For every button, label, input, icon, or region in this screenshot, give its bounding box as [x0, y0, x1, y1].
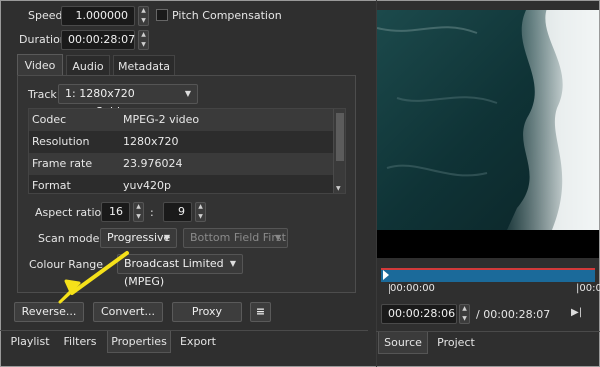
tab-source[interactable]: Source: [378, 332, 428, 354]
position-input[interactable]: 00:00:28:06: [381, 304, 457, 324]
tab-filters[interactable]: Filters: [56, 331, 104, 353]
skip-to-end-icon[interactable]: ▶|: [571, 307, 582, 318]
playhead-icon[interactable]: [383, 270, 389, 280]
timeline-start-label: 00:00:00: [390, 283, 435, 294]
total-duration-label: / 00:00:28:07: [476, 308, 551, 321]
tab-properties[interactable]: Properties: [107, 331, 171, 353]
tab-project[interactable]: Project: [431, 332, 481, 354]
video-frame-image: [377, 8, 599, 230]
tab-export[interactable]: Export: [174, 331, 222, 353]
tab-playlist[interactable]: Playlist: [6, 331, 54, 353]
timeline-bar[interactable]: [381, 268, 595, 282]
video-preview: [377, 8, 599, 230]
video-letterbox: [377, 230, 599, 258]
timeline-mark-label: |00:00:: [576, 283, 600, 294]
arrow-shaft: [70, 251, 129, 295]
position-stepper[interactable]: ▲ ▼: [459, 304, 470, 324]
